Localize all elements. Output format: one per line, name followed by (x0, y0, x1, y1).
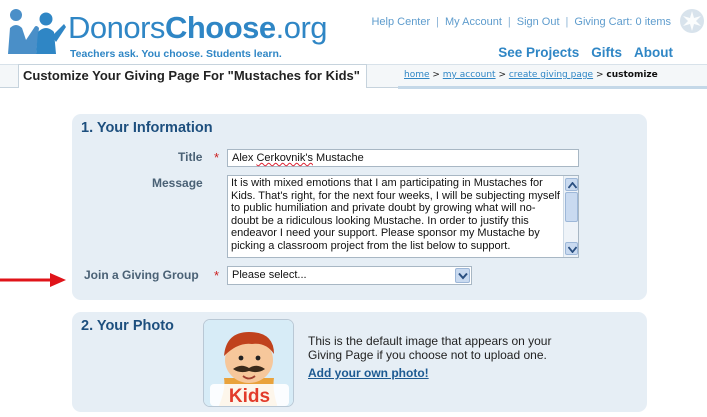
giving-group-select[interactable]: Please select... (227, 266, 472, 285)
title-input[interactable]: Alex Cerkovnik's Mustache (227, 149, 579, 167)
red-arrow-icon (0, 273, 66, 287)
utility-links: Help Center | My Account | Sign Out | Giving C… (371, 16, 671, 28)
logo-tagline: Teachers ask. You choose. Students learn… (70, 48, 282, 60)
nav-about[interactable]: About (634, 45, 673, 60)
logo-figures-icon (8, 9, 66, 54)
my-account-link[interactable]: My Account (445, 16, 502, 28)
main-nav: See Projects Gifts About (486, 45, 673, 60)
scroll-thumb[interactable] (565, 192, 578, 222)
help-center-link[interactable]: Help Center (371, 16, 430, 28)
breadcrumb-home[interactable]: home (404, 70, 430, 80)
breadcrumb-my-account[interactable]: my account (443, 70, 496, 80)
your-information-panel: 1. Your Information Title * Alex Cerkovn… (72, 114, 647, 300)
giving-group-label: Join a Giving Group (84, 268, 199, 282)
sign-out-link[interactable]: Sign Out (517, 16, 560, 28)
message-textarea[interactable]: It is with mixed emotions that I am part… (227, 175, 579, 258)
message-text: It is with mixed emotions that I am part… (231, 177, 560, 252)
nav-see-projects[interactable]: See Projects (498, 45, 579, 60)
page-title-bar: Customize Your Giving Page For "Mustache… (0, 64, 707, 88)
title-label: Title (178, 150, 203, 164)
scroll-up-button[interactable] (565, 178, 578, 191)
scroll-down-button[interactable] (565, 242, 578, 255)
title-required-mark: * (214, 150, 220, 165)
kids-caption: Kids (229, 386, 270, 407)
giving-cart-icon[interactable] (679, 8, 705, 34)
default-kid-photo: Kids (203, 319, 294, 407)
giving-group-required-mark: * (214, 268, 220, 283)
your-photo-heading: 2. Your Photo (81, 318, 174, 334)
title-underline (398, 86, 707, 89)
donorschoose-logo[interactable]: DonorsChoose.org Teachers ask. You choos… (6, 4, 328, 62)
giving-group-selected: Please select... (232, 269, 307, 281)
nav-gifts[interactable]: Gifts (591, 45, 622, 60)
add-photo-link[interactable]: Add your own photo! (308, 366, 429, 380)
message-label: Message (152, 176, 203, 190)
breadcrumb-current: customize (606, 70, 658, 80)
photo-description: This is the default image that appears o… (308, 334, 552, 362)
message-scrollbar[interactable] (563, 176, 578, 257)
breadcrumb-create-giving-page[interactable]: create giving page (509, 70, 593, 80)
your-photo-panel: 2. Your Photo Kids This is the default i… (72, 312, 647, 412)
giving-cart-link[interactable]: Giving Cart: 0 items (574, 16, 671, 28)
chevron-down-icon[interactable] (455, 268, 470, 283)
logo-wordmark: DonorsChoose.org (68, 10, 328, 45)
breadcrumb: home > my account > create giving page >… (404, 70, 658, 80)
your-information-heading: 1. Your Information (81, 120, 213, 136)
page-title: Customize Your Giving Page For "Mustache… (18, 64, 367, 88)
